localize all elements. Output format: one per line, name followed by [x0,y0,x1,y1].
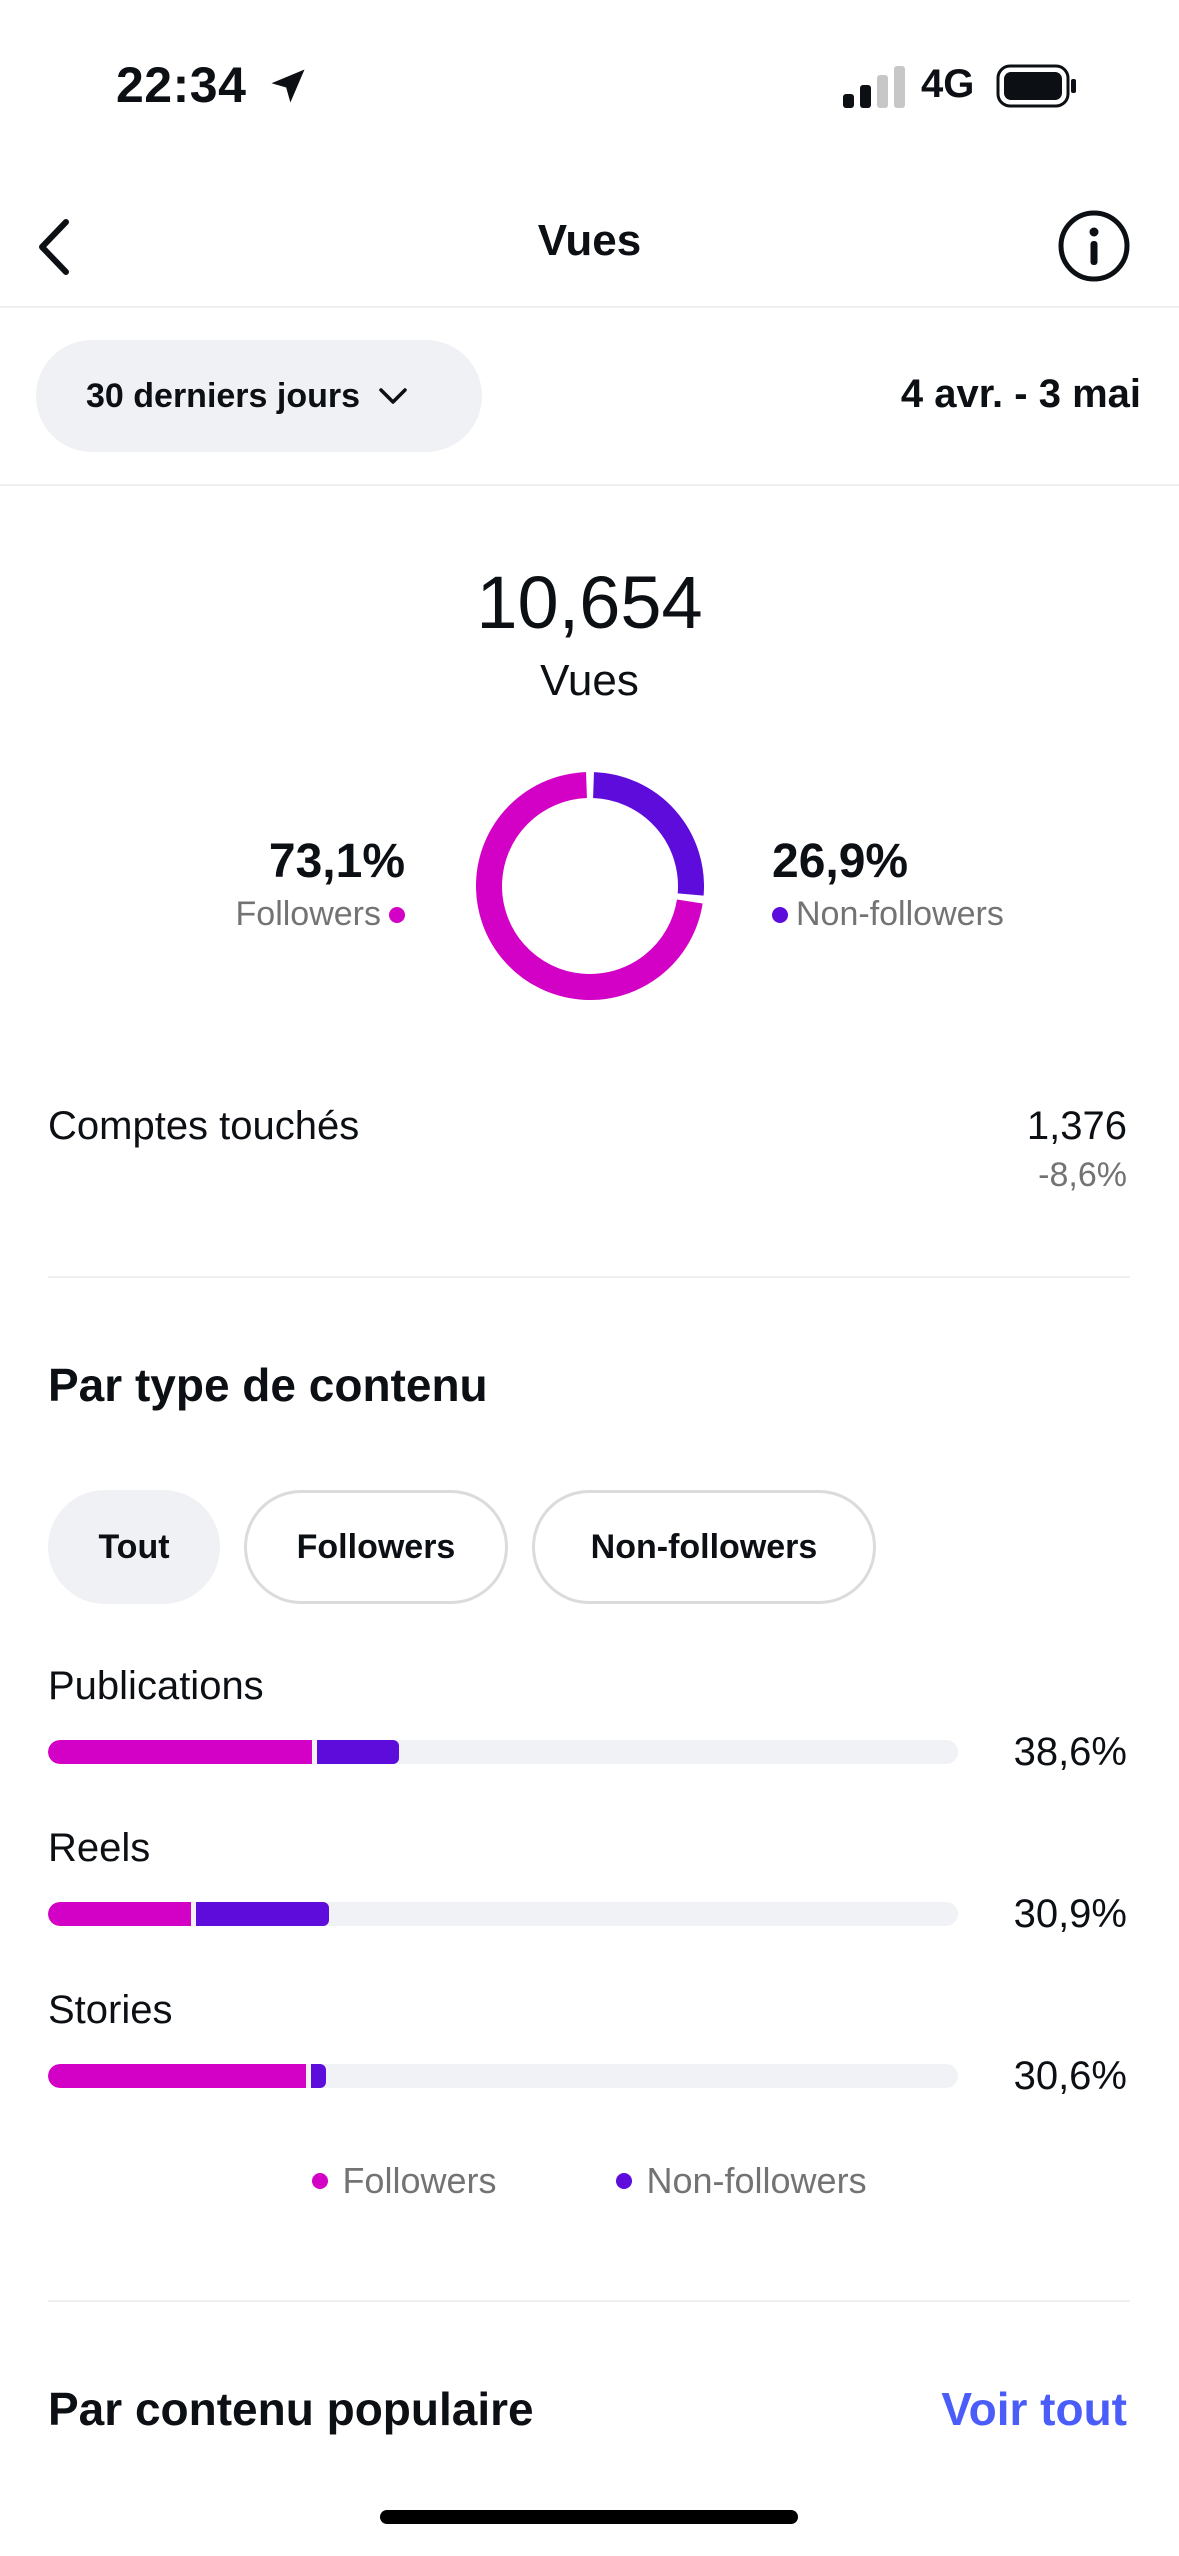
followers-percent: 73,1% [268,835,405,888]
audience-donut-chart [476,772,704,1000]
bar-reels-followers [48,1902,191,1926]
bar-track-stories [48,2064,958,2088]
bar-pct-publications: 38,6% [1013,1730,1127,1774]
followers-legend: Followers [236,895,405,934]
page-title: Vues [537,216,642,265]
legend-non-followers-dot [616,2173,633,2189]
followers-dot [389,906,405,923]
tab-all[interactable]: Tout [48,1490,220,1604]
legend-followers-dot [312,2173,329,2189]
network-type: 4G [921,62,975,106]
content-type-tabs: Tout Followers Non-followers [48,1490,876,1604]
popular-content-title: Par contenu populaire [48,2383,534,2435]
non-followers-stat: 26,9% Non-followers [772,834,1004,934]
date-range-text: 4 avr. - 3 mai [900,372,1141,416]
divider [48,2300,1130,2302]
filter-row: 30 derniers jours 4 avr. - 3 mai [0,308,1179,486]
location-arrow-icon [271,69,305,103]
bar-reels-non-followers [195,1902,330,1926]
tab-non-followers[interactable]: Non-followers [532,1490,876,1604]
date-range-dropdown[interactable]: 30 derniers jours [36,340,482,452]
bar-publications-followers [48,1740,312,1764]
legend-followers-label: Followers [342,2160,497,2201]
total-views-label: Vues [540,656,639,705]
bar-track-reels [48,1902,958,1926]
status-bar: 22:34 4G [0,0,1179,160]
legend-followers: Followers [312,2160,496,2202]
non-followers-legend: Non-followers [772,895,1004,934]
total-views-value: 10,654 [476,561,703,644]
chevron-down-icon [379,388,407,404]
cellular-signal-icon [843,66,905,108]
home-indicator [380,2510,798,2524]
non-followers-dot [772,906,788,923]
date-range-dropdown-label: 30 derniers jours [86,376,361,415]
divider [48,1276,1130,1278]
see-all-link[interactable]: Voir tout [941,2382,1127,2436]
bar-label-publications: Publications [48,1664,264,1708]
non-followers-percent: 26,9% [772,835,909,888]
bar-stories-non-followers [310,2064,327,2088]
bar-pct-stories: 30,6% [1013,2054,1127,2098]
legend-non-followers: Non-followers [616,2160,867,2202]
donut-non-followers-segment [592,772,704,896]
tab-followers[interactable]: Followers [244,1490,508,1604]
info-icon[interactable] [1056,208,1132,284]
bar-stories-followers [48,2064,306,2088]
bar-track-publications [48,1740,958,1764]
legend-non-followers-label: Non-followers [646,2160,867,2201]
bar-label-stories: Stories [48,1988,173,2032]
bar-publications-non-followers [316,1740,400,1764]
content-type-title: Par type de contenu [48,1359,488,1411]
status-time: 22:34 [116,57,247,113]
accounts-reached-change: -8,6% [1038,1156,1127,1194]
battery-icon [996,64,1076,108]
bar-label-reels: Reels [48,1826,151,1870]
accounts-reached-label: Comptes touchés [48,1104,360,1148]
bar-pct-reels: 30,9% [1013,1892,1127,1936]
followers-stat: 73,1% Followers [236,834,405,934]
followers-legend-label: Followers [235,895,381,933]
bars-legend: Followers Non-followers [0,2160,1179,2202]
accounts-reached-value: 1,376 [1026,1104,1127,1148]
non-followers-legend-label: Non-followers [796,895,1004,933]
nav-bar: Vues [0,190,1179,308]
